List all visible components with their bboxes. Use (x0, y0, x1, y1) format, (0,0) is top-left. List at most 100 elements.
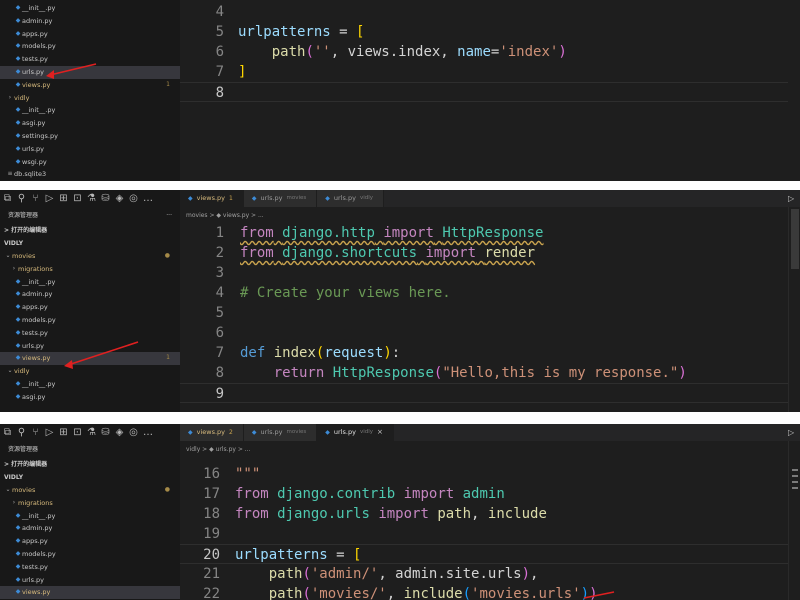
code-editor[interactable]: 1 from django.http import HttpResponse 2 fr… (180, 223, 788, 403)
scrollbar-thumb[interactable] (791, 209, 799, 269)
open-editors-section[interactable]: > 打开的编辑器 (0, 458, 180, 471)
editor-tab[interactable]: ◆ urls.py vidly × (317, 424, 394, 441)
run-debug-icon[interactable]: ▷ (45, 193, 54, 205)
editor-tab[interactable]: ◆ urls.py movies (243, 424, 318, 441)
code-line[interactable]: 21 path('admin/', admin.site.urls), (180, 564, 788, 584)
extensions-icon[interactable]: ⊞ (59, 193, 68, 205)
file-tree-item[interactable]: ◆ settings.py (0, 130, 180, 143)
chat-icon[interactable]: ◎ (129, 193, 138, 205)
file-tree-item[interactable]: ◆ views.py 1 (0, 79, 180, 92)
code-line[interactable]: 3 (180, 263, 788, 283)
source-control-icon[interactable]: ⑂ (31, 193, 40, 205)
file-tree-item[interactable]: ◆ models.py (0, 548, 180, 561)
editor-tab[interactable]: ◆ views.py 1 (180, 190, 244, 207)
open-editors-section[interactable]: > 打开的编辑器 (0, 224, 180, 237)
file-tree-item[interactable]: ◆ wsgi.py (0, 156, 180, 169)
files-icon[interactable]: ⧉ (3, 427, 12, 439)
editor-tab[interactable]: ◆ views.py 2 (180, 424, 244, 441)
chevron-right-icon[interactable]: › (6, 92, 14, 105)
python-icon[interactable]: ◈ (115, 193, 124, 205)
remote-icon[interactable]: ⊡ (73, 193, 82, 205)
code-line[interactable]: 7] (180, 62, 788, 82)
chevron-down-icon[interactable]: ⌄ (4, 250, 12, 263)
test-icon[interactable]: ⚗ (87, 427, 96, 439)
file-tree-item[interactable]: ◆ tests.py (0, 561, 180, 574)
docker-icon[interactable]: ⛁ (101, 193, 110, 205)
file-tree-item[interactable]: ◆ __init__.py (0, 276, 180, 289)
code-line[interactable]: 20 urlpatterns = [ (180, 544, 788, 564)
breadcrumb[interactable]: vidly > ◆ urls.py > ... (186, 444, 251, 456)
code-line[interactable]: 17 from django.contrib import admin (180, 484, 788, 504)
file-tree-item[interactable]: ◆ tests.py (0, 327, 180, 340)
code-line[interactable]: 2 from django.shortcuts import render (180, 243, 788, 263)
code-line[interactable]: 6 (180, 323, 788, 343)
test-icon[interactable]: ⚗ (87, 193, 96, 205)
chevron-right-icon[interactable]: › (10, 497, 18, 510)
workspace-root[interactable]: VIDLY (0, 471, 180, 484)
code-line[interactable]: 8 return HttpResponse("Hello,this is my … (180, 363, 788, 383)
chevron-down-icon[interactable]: ⌄ (6, 365, 14, 378)
file-tree-item[interactable]: ≡ db.sqlite3 (0, 168, 180, 181)
file-tree-item[interactable]: ◆ apps.py (0, 28, 180, 41)
file-tree-item[interactable]: ◆ urls.py (0, 340, 180, 353)
file-tree-item[interactable]: ◆ admin.py (0, 15, 180, 28)
file-tree-item[interactable]: ◆ models.py (0, 40, 180, 53)
extensions-icon[interactable]: ⊞ (59, 427, 68, 439)
docker-icon[interactable]: ⛁ (101, 427, 110, 439)
file-tree-item[interactable]: ◆ apps.py (0, 301, 180, 314)
chat-icon[interactable]: ◎ (129, 427, 138, 439)
file-tree-item[interactable]: ◆ asgi.py (0, 391, 180, 404)
file-tree-item[interactable]: ◆ admin.py (0, 288, 180, 301)
file-tree-item[interactable]: ◆ urls.py (0, 143, 180, 156)
file-tree-item[interactable]: ◆ apps.py (0, 535, 180, 548)
run-icon[interactable]: ▷ (788, 424, 796, 441)
file-tree-item[interactable]: ◆ __init__.py (0, 2, 180, 15)
files-icon[interactable]: ⧉ (3, 193, 12, 205)
workspace-root[interactable]: VIDLY (0, 237, 180, 250)
code-line[interactable]: 4 # Create your views here. (180, 283, 788, 303)
file-tree-item[interactable]: › vidly (0, 92, 180, 105)
python-icon[interactable]: ◈ (115, 427, 124, 439)
more-icon[interactable]: … (143, 193, 153, 205)
breadcrumb[interactable]: movies > ◆ views.py > ... (186, 210, 264, 222)
code-line[interactable]: 4 (180, 2, 788, 22)
file-tree-item[interactable]: › migrations (0, 497, 180, 510)
file-tree-item[interactable]: › migrations (0, 263, 180, 276)
editor-tab[interactable]: ◆ urls.py movies (243, 190, 318, 207)
file-tree-item[interactable]: ◆ __init__.py (0, 510, 180, 523)
file-tree-item[interactable]: ◆ __init__.py (0, 378, 180, 391)
code-line[interactable]: 16 """ (180, 464, 788, 484)
run-icon[interactable]: ▷ (788, 190, 796, 207)
file-tree-item[interactable]: ◆ urls.py (0, 574, 180, 587)
file-tree-item[interactable]: ◆ __init__.py (0, 104, 180, 117)
code-line[interactable]: 9 (180, 383, 788, 403)
code-line[interactable]: 6 path('', views.index, name='index') (180, 42, 788, 62)
search-icon[interactable]: ⚲ (17, 427, 26, 439)
source-control-icon[interactable]: ⑂ (31, 427, 40, 439)
explorer-more-icon[interactable]: ··· (166, 207, 172, 224)
file-tree-item[interactable]: ◆ admin.py (0, 522, 180, 535)
file-tree-item[interactable]: ◆ asgi.py (0, 117, 180, 130)
code-line[interactable]: 18 from django.urls import path, include (180, 504, 788, 524)
code-line[interactable]: 22 path('movies/', include('movies.urls'… (180, 584, 788, 600)
file-tree-item[interactable]: ◆ views.py (0, 586, 180, 600)
vertical-scrollbar[interactable] (788, 207, 800, 412)
file-tree-item[interactable]: ◆ views.py 1 (0, 352, 180, 366)
file-tree-item[interactable]: ◆ urls.py (0, 65, 180, 79)
file-tree-item[interactable]: ⌄ vidly (0, 365, 180, 378)
run-debug-icon[interactable]: ▷ (45, 427, 54, 439)
chevron-down-icon[interactable]: ⌄ (4, 484, 12, 497)
code-line[interactable]: 7 def index(request): (180, 343, 788, 363)
file-tree-item[interactable]: ◆ tests.py (0, 53, 180, 66)
file-tree-item[interactable]: ◆ models.py (0, 314, 180, 327)
code-line[interactable]: 8 (180, 82, 788, 102)
file-tree-item[interactable]: ⌄ movies ● (0, 484, 180, 497)
vertical-scrollbar[interactable] (788, 441, 800, 600)
more-icon[interactable]: … (143, 427, 153, 439)
remote-icon[interactable]: ⊡ (73, 427, 82, 439)
code-line[interactable]: 5 (180, 303, 788, 323)
code-editor[interactable]: 4 5 urlpatterns = [6 path('', views.index,… (180, 2, 788, 102)
close-icon[interactable]: × (377, 424, 383, 441)
code-line[interactable]: 5 urlpatterns = [ (180, 22, 788, 42)
file-tree-item[interactable]: ⌄ movies ● (0, 250, 180, 263)
